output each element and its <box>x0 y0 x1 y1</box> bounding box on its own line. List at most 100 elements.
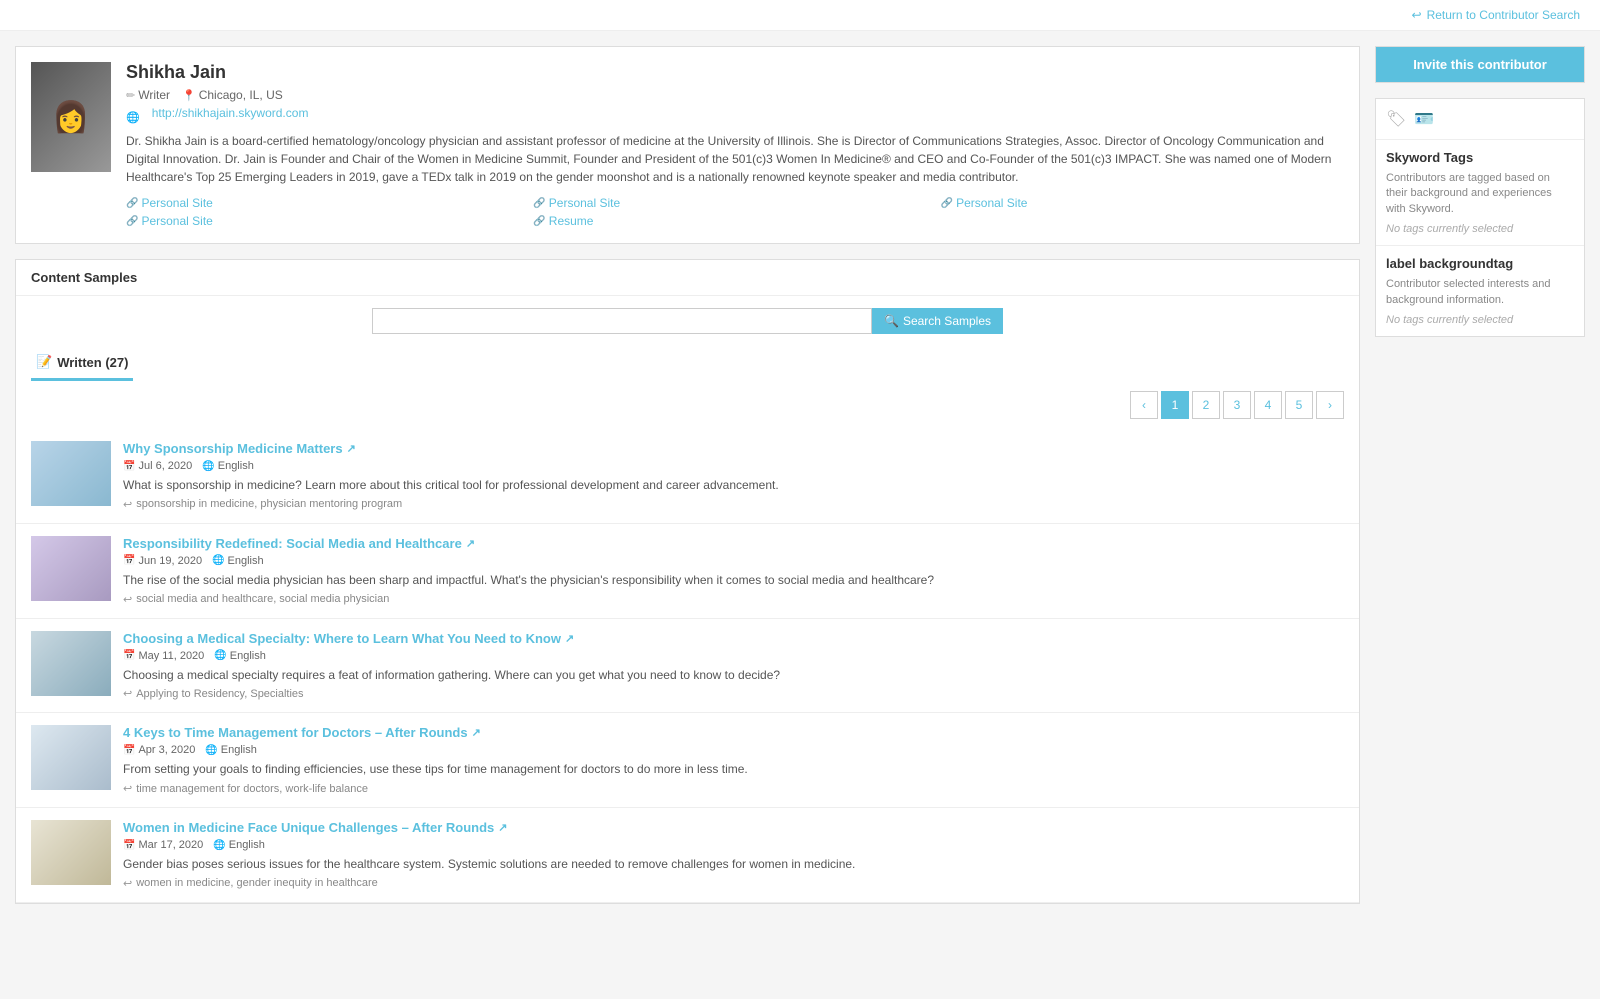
profile-website-link[interactable]: http://shikhajain.skyword.com <box>152 106 309 120</box>
article-title-text-5: Women in Medicine Face Unique Challenges… <box>123 820 494 835</box>
article-content-3: Choosing a Medical Specialty: Where to L… <box>123 631 1344 701</box>
article-date-text-5: Mar 17, 2020 <box>138 839 203 851</box>
article-thumbnail-5 <box>31 820 111 885</box>
search-input[interactable] <box>372 308 872 334</box>
sidebar-icons-row: 🏷 🪪 <box>1376 99 1584 140</box>
lang-icon-2: 🌐 <box>212 555 224 566</box>
article-title-2[interactable]: Responsibility Redefined: Social Media a… <box>123 536 1344 551</box>
tabs-bar: 📝 Written (27) <box>16 346 1359 381</box>
profile-link-4[interactable]: 🔗 Personal Site <box>126 214 529 228</box>
article-content-2: Responsibility Redefined: Social Media a… <box>123 536 1344 606</box>
article-title-5[interactable]: Women in Medicine Face Unique Challenges… <box>123 820 1344 835</box>
article-date-1: 📅 Jul 6, 2020 <box>123 460 192 472</box>
search-button[interactable]: 🔍 Search Samples <box>872 308 1003 334</box>
article-thumb-img-5 <box>31 820 111 885</box>
article-title-3[interactable]: Choosing a Medical Specialty: Where to L… <box>123 631 1344 646</box>
pagination-next[interactable]: › <box>1316 391 1344 419</box>
article-lang-3: 🌐 English <box>214 650 266 662</box>
pagination-page-3[interactable]: 3 <box>1223 391 1251 419</box>
link-label-4: Personal Site <box>141 214 212 228</box>
article-lang-1: 🌐 English <box>202 460 254 472</box>
profile-bio: Dr. Shikha Jain is a board-certified hem… <box>126 132 1344 186</box>
background-tag-empty: No tags currently selected <box>1386 314 1574 326</box>
return-to-search-link[interactable]: ↩ Return to Contributor Search <box>1412 8 1580 22</box>
pagination-page-5[interactable]: 5 <box>1285 391 1313 419</box>
article-title-text-3: Choosing a Medical Specialty: Where to L… <box>123 631 561 646</box>
article-item-3: Choosing a Medical Specialty: Where to L… <box>16 619 1359 714</box>
calendar-icon-5: 📅 <box>123 840 135 851</box>
profile-role: Writer <box>138 88 170 102</box>
link-icon-resume: 🔗 <box>533 216 545 227</box>
article-title-text-4: 4 Keys to Time Management for Doctors – … <box>123 725 468 740</box>
article-date-text-3: May 11, 2020 <box>138 650 204 662</box>
link-icon-3: 🔗 <box>941 198 953 209</box>
external-link-icon-3: ↗ <box>565 632 574 645</box>
article-lang-text-4: English <box>221 744 257 756</box>
article-title-4[interactable]: 4 Keys to Time Management for Doctors – … <box>123 725 1344 740</box>
invite-button[interactable]: Invite this contributor <box>1376 47 1584 82</box>
article-tags-text-3: Applying to Residency, Specialties <box>136 688 303 700</box>
tab-written[interactable]: 📝 Written (27) <box>31 346 133 381</box>
calendar-icon-4: 📅 <box>123 745 135 756</box>
tag-icon[interactable]: 🏷 <box>1386 109 1406 129</box>
article-item-2: Responsibility Redefined: Social Media a… <box>16 524 1359 619</box>
link-icon-1: 🔗 <box>126 198 138 209</box>
link-icon-2: 🔗 <box>533 198 545 209</box>
article-title-text-1: Why Sponsorship Medicine Matters <box>123 441 343 456</box>
article-date-5: 📅 Mar 17, 2020 <box>123 839 203 851</box>
link-label-2: Personal Site <box>549 196 620 210</box>
pagination-prev[interactable]: ‹ <box>1130 391 1158 419</box>
background-tag-title: label backgroundtag <box>1386 256 1574 271</box>
link-label-3: Personal Site <box>956 196 1027 210</box>
pagination-page-2[interactable]: 2 <box>1192 391 1220 419</box>
link-label-1: Personal Site <box>141 196 212 210</box>
article-lang-text-1: English <box>218 460 254 472</box>
tag-icon-3: ↩ <box>123 687 132 700</box>
calendar-icon-2: 📅 <box>123 555 135 566</box>
profile-name: Shikha Jain <box>126 62 1344 83</box>
profile-links: 🔗 Personal Site 🔗 Personal Site 🔗 Person… <box>126 196 1344 228</box>
article-meta-3: 📅 May 11, 2020 🌐 English <box>123 650 1344 662</box>
article-lang-text-5: English <box>229 839 265 851</box>
article-date-text-1: Jul 6, 2020 <box>138 460 192 472</box>
profile-info: Shikha Jain ✏ Writer 📍 Chicago, IL, US 🌐… <box>126 62 1344 228</box>
article-thumb-img-4 <box>31 725 111 790</box>
article-date-4: 📅 Apr 3, 2020 <box>123 744 195 756</box>
article-title-text-2: Responsibility Redefined: Social Media a… <box>123 536 462 551</box>
skyword-tags-section: Skyword Tags Contributors are tagged bas… <box>1376 140 1584 245</box>
profile-link-resume[interactable]: 🔗 Resume <box>533 214 936 228</box>
calendar-icon-1: 📅 <box>123 461 135 472</box>
background-tag-desc: Contributor selected interests and backg… <box>1386 277 1574 308</box>
user-card-icon[interactable]: 🪪 <box>1414 109 1434 129</box>
profile-link-1[interactable]: 🔗 Personal Site <box>126 196 529 210</box>
pagination-page-4[interactable]: 4 <box>1254 391 1282 419</box>
tab-written-label: Written (27) <box>57 355 128 370</box>
article-desc-5: Gender bias poses serious issues for the… <box>123 856 1344 873</box>
content-area: 👩 Shikha Jain ✏ Writer 📍 Chicago, IL, US… <box>15 46 1360 904</box>
tag-icon-1: ↩ <box>123 498 132 511</box>
tab-written-icon: 📝 <box>36 354 52 370</box>
article-desc-1: What is sponsorship in medicine? Learn m… <box>123 477 1344 494</box>
profile-link-3[interactable]: 🔗 Personal Site <box>941 196 1344 210</box>
location-icon: 📍 <box>182 89 196 102</box>
tag-icon-5: ↩ <box>123 877 132 890</box>
avatar-image: 👩 <box>31 62 111 172</box>
article-tags-4: ↩ time management for doctors, work-life… <box>123 782 1344 795</box>
article-date-3: 📅 May 11, 2020 <box>123 650 204 662</box>
pagination-page-1[interactable]: 1 <box>1161 391 1189 419</box>
profile-role-item: ✏ Writer <box>126 88 170 102</box>
article-content-5: Women in Medicine Face Unique Challenges… <box>123 820 1344 890</box>
skyword-tags-title: Skyword Tags <box>1386 150 1574 165</box>
article-date-2: 📅 Jun 19, 2020 <box>123 555 202 567</box>
profile-avatar: 👩 <box>31 62 111 172</box>
article-content-1: Why Sponsorship Medicine Matters ↗ 📅 Jul… <box>123 441 1344 511</box>
return-icon: ↩ <box>1412 8 1422 22</box>
article-thumbnail-4 <box>31 725 111 790</box>
profile-link-2[interactable]: 🔗 Personal Site <box>533 196 936 210</box>
article-thumb-img-3 <box>31 631 111 696</box>
sidebar-invite-card: Invite this contributor <box>1375 46 1585 83</box>
sidebar: Invite this contributor 🏷 🪪 Skyword Tags… <box>1375 46 1585 904</box>
top-bar: ↩ Return to Contributor Search <box>0 0 1600 31</box>
article-title-1[interactable]: Why Sponsorship Medicine Matters ↗ <box>123 441 1344 456</box>
article-tags-text-5: women in medicine, gender inequity in he… <box>136 877 378 889</box>
